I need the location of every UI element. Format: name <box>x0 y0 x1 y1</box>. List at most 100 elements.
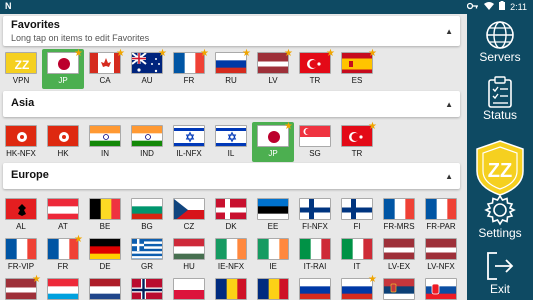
server-item[interactable]: DE <box>84 235 126 275</box>
favorites-header[interactable]: Favorites Long tap on items to edit Favo… <box>3 16 460 46</box>
servers-button[interactable]: Servers <box>467 20 533 64</box>
asia-row: HK-NFX HK IN IND IL-NFX IL ★ JP SG ★ TR <box>0 121 467 162</box>
server-item[interactable]: BG <box>126 195 168 235</box>
europe-row: ★ ★ <box>0 274 467 300</box>
flag-lu-icon <box>47 278 79 300</box>
server-label: IE <box>269 262 277 271</box>
server-item[interactable]: GR <box>126 235 168 275</box>
collapse-caret-icon[interactable]: ▲ <box>445 27 453 36</box>
server-item[interactable]: FI <box>336 195 378 235</box>
favorite-star-icon: ★ <box>284 121 293 132</box>
flag-it-icon <box>299 238 331 260</box>
server-item[interactable]: FR-MRS <box>378 195 420 235</box>
flag-hu-icon <box>173 238 205 260</box>
server-item[interactable]: IN <box>84 122 126 162</box>
flag-fi-icon <box>299 198 331 220</box>
server-label: SG <box>309 149 321 158</box>
server-item[interactable]: ★ <box>0 274 42 300</box>
server-label: FI <box>353 222 361 231</box>
flag-hk-icon <box>5 125 37 147</box>
flag-at-icon <box>47 198 79 220</box>
europe-header[interactable]: Europe ▲ <box>3 163 460 189</box>
gear-icon <box>484 194 516 226</box>
server-item[interactable]: ★ JP <box>42 48 84 89</box>
server-item[interactable]: ★ CA <box>84 48 126 89</box>
server-item[interactable]: ★ TR <box>294 48 336 89</box>
server-item[interactable]: HK-NFX <box>0 122 42 162</box>
server-item[interactable]: FI-NFX <box>294 195 336 235</box>
server-item[interactable]: ★ <box>336 274 378 300</box>
favorite-star-icon: ★ <box>32 274 41 285</box>
server-item[interactable]: EE <box>252 195 294 235</box>
server-item[interactable]: FR-VIP <box>0 235 42 275</box>
server-item[interactable]: IT <box>336 235 378 275</box>
server-item[interactable]: ★ ES <box>336 48 378 89</box>
clipboard-icon <box>488 76 512 108</box>
server-item[interactable] <box>42 275 84 300</box>
server-label: TR <box>351 149 363 158</box>
server-item[interactable]: BE <box>84 195 126 235</box>
collapse-caret-icon[interactable]: ▲ <box>445 100 453 109</box>
server-label: GR <box>141 262 153 271</box>
server-label: BG <box>141 222 153 231</box>
server-item[interactable] <box>252 275 294 300</box>
server-item[interactable]: LV-EX <box>378 235 420 275</box>
server-item[interactable] <box>420 275 462 300</box>
server-label: DE <box>99 262 111 271</box>
flag-ru-icon <box>299 278 331 300</box>
server-item[interactable]: ★ JP <box>252 121 294 162</box>
svg-text:ZZ: ZZ <box>15 58 30 72</box>
collapse-caret-icon[interactable]: ▲ <box>445 172 453 181</box>
server-item[interactable] <box>294 275 336 300</box>
server-item[interactable]: HK <box>42 122 84 162</box>
server-label: FR-PAR <box>426 222 456 231</box>
server-label: FR-MRS <box>383 222 415 231</box>
flag-in-icon <box>131 125 163 147</box>
server-item[interactable]: IL <box>210 122 252 162</box>
server-item[interactable]: ★ TR <box>336 121 378 162</box>
server-label: HK <box>57 149 69 158</box>
server-item[interactable] <box>210 275 252 300</box>
server-item[interactable]: IL-NFX <box>168 122 210 162</box>
status-button[interactable]: Status <box>467 76 533 122</box>
exit-icon <box>487 252 514 280</box>
server-item[interactable]: ★ AU <box>126 48 168 89</box>
server-label: EE <box>267 222 279 231</box>
server-item[interactable]: IND <box>126 122 168 162</box>
server-item[interactable]: FR-PAR <box>420 195 462 235</box>
exit-button[interactable]: Exit <box>467 250 533 296</box>
server-label: BE <box>99 222 111 231</box>
server-item[interactable]: AL <box>0 195 42 235</box>
server-label: FR-VIP <box>7 262 35 271</box>
server-item[interactable]: DK <box>210 195 252 235</box>
server-item[interactable]: CZ <box>168 195 210 235</box>
server-item[interactable]: ★ FR <box>168 48 210 89</box>
server-item[interactable] <box>84 275 126 300</box>
settings-button[interactable]: Settings <box>467 194 533 240</box>
server-label: HK-NFX <box>6 149 36 158</box>
server-item[interactable]: IT-RAI <box>294 235 336 275</box>
server-item[interactable]: SG <box>294 122 336 162</box>
server-item[interactable]: ★ LV <box>252 48 294 89</box>
flag-hk-icon <box>47 125 79 147</box>
flag-ie-icon <box>257 238 289 260</box>
server-item[interactable] <box>168 275 210 300</box>
battery-icon <box>499 1 506 12</box>
server-item[interactable] <box>126 275 168 300</box>
sidebar: Servers Status ZZ Settings Exit <box>467 14 533 300</box>
server-item[interactable]: ★ FR <box>42 234 84 275</box>
server-item[interactable] <box>378 275 420 300</box>
server-item[interactable]: ZZ VPN <box>0 49 42 89</box>
favorite-star-icon: ★ <box>158 48 167 59</box>
server-item[interactable]: ★ RU <box>210 48 252 89</box>
server-label: LV-EX <box>387 262 411 271</box>
server-item[interactable]: AT <box>42 195 84 235</box>
server-item[interactable]: HU <box>168 235 210 275</box>
server-item[interactable]: IE-NFX <box>210 235 252 275</box>
server-item[interactable]: LV-NFX <box>420 235 462 275</box>
asia-header[interactable]: Asia ▲ <box>3 91 460 117</box>
server-item[interactable]: IE <box>252 235 294 275</box>
server-list[interactable]: Favorites Long tap on items to edit Favo… <box>0 14 467 300</box>
favorite-star-icon: ★ <box>200 48 209 59</box>
flag-al-icon <box>5 198 37 220</box>
